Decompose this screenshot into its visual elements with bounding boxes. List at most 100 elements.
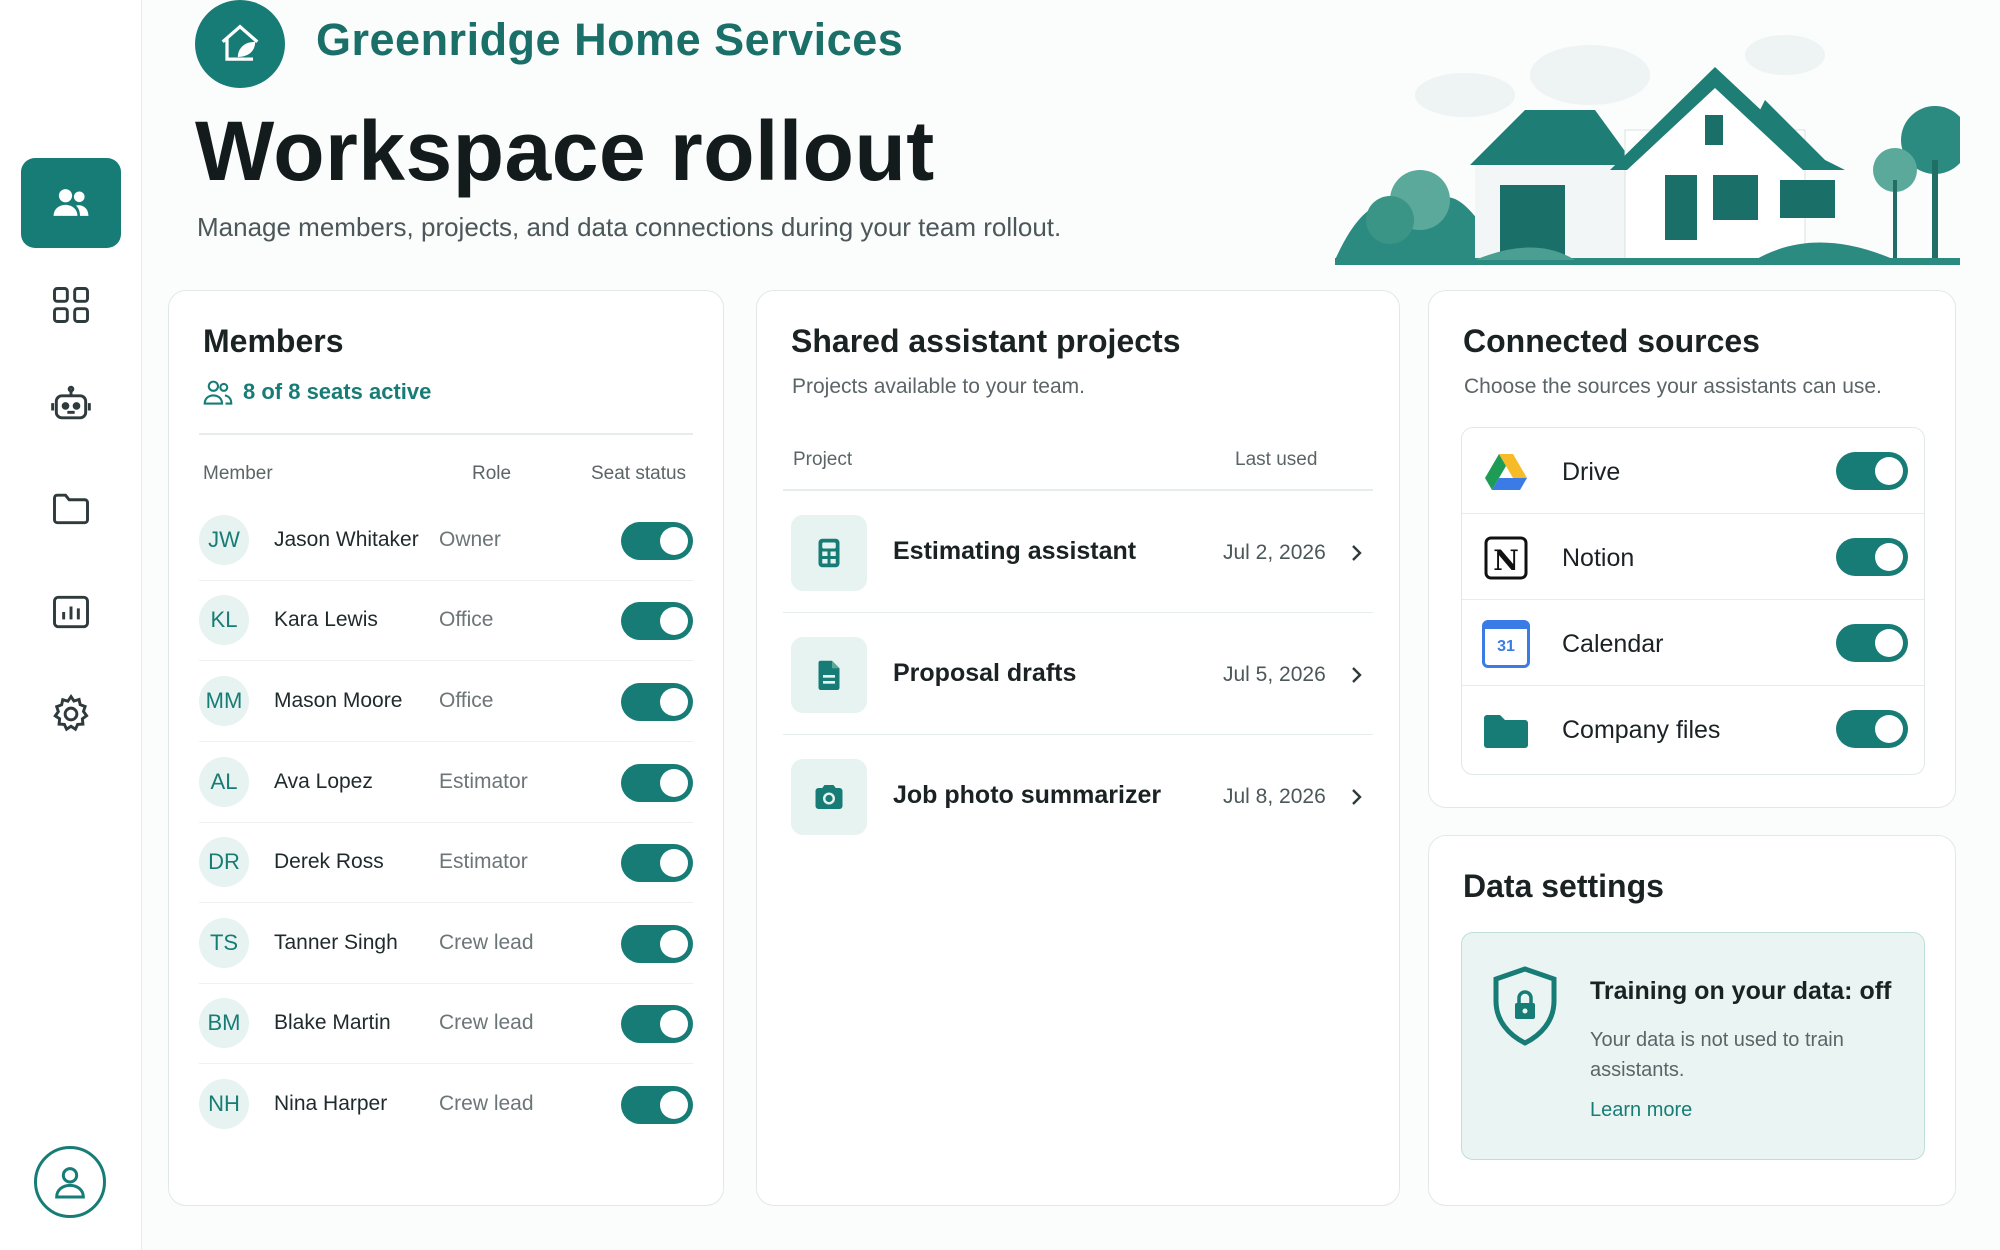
source-row: Company files [1462,686,1924,772]
avatar: BM [199,998,249,1048]
calendar-icon: 31 [1482,620,1530,668]
source-toggle[interactable] [1836,538,1908,576]
document-icon [818,660,840,690]
project-row[interactable]: Job photo summarizer Jul 8, 2026 [783,735,1373,857]
seat-toggle[interactable] [621,1086,693,1124]
member-row: BM Blake Martin Crew lead [199,984,693,1064]
nav-members[interactable] [21,158,121,248]
data-settings-card: Data settings Training on your data: off… [1428,835,1956,1206]
member-role: Crew lead [439,1011,534,1034]
sources-title: Connected sources [1463,323,1760,359]
member-role: Crew lead [439,1092,534,1115]
seats-summary: 8 of 8 seats active [203,379,431,405]
seats-text: 8 of 8 seats active [243,379,432,404]
svg-text:N: N [1493,544,1519,577]
member-name: Jason Whitaker [274,528,419,551]
user-icon [55,1167,85,1199]
notice-title: Training on your data: off [1590,977,1892,1005]
notice-body: Your data is not used to train assistant… [1590,1029,1844,1081]
seat-toggle[interactable] [621,522,693,560]
nav-dashboard[interactable] [21,260,121,350]
avatar: KL [199,595,249,645]
member-role: Office [439,608,494,631]
source-name: Company files [1562,716,1721,744]
nav-settings[interactable] [21,669,121,759]
member-row: AL Ava Lopez Estimator [199,743,693,823]
member-name: Ava Lopez [274,770,373,793]
sources-subtitle: Choose the sources your assistants can u… [1464,375,1882,398]
project-icon [791,759,867,835]
gear-icon [53,693,89,732]
data-settings-title: Data settings [1463,868,1664,904]
grid-icon [53,287,89,323]
seat-toggle[interactable] [621,1005,693,1043]
nav-analytics[interactable] [21,567,121,657]
calendar-icon-label: 31 [1497,638,1515,655]
col-seat-status: Seat status [591,463,687,484]
col-last-used: Last used [1235,449,1318,470]
seat-toggle[interactable] [621,844,693,882]
member-role: Office [439,689,494,712]
avatar: AL [199,757,249,807]
seat-toggle[interactable] [621,602,693,640]
member-name: Nina Harper [274,1092,388,1115]
notion-icon: N [1484,536,1528,580]
seat-toggle[interactable] [621,683,693,721]
nav-projects[interactable] [21,463,121,553]
source-toggle[interactable] [1836,624,1908,662]
avatar: DR [199,837,249,887]
member-row: MM Mason Moore Office [199,662,693,742]
sidebar [0,0,142,1250]
member-row: DR Derek Ross Estimator [199,823,693,903]
project-row[interactable]: Proposal drafts Jul 5, 2026 [783,613,1373,735]
project-icon [791,515,867,591]
seat-toggle[interactable] [621,925,693,963]
seat-toggle[interactable] [621,764,693,802]
member-role: Owner [439,528,501,551]
source-toggle[interactable] [1836,452,1908,490]
brand-name: Greenridge Home Services [316,14,904,65]
divider [199,433,693,435]
member-name: Blake Martin [274,1011,391,1034]
profile-button[interactable] [34,1146,106,1218]
source-name: Drive [1562,458,1621,486]
projects-card: Shared assistant projects Projects avail… [756,290,1400,1206]
project-row[interactable]: Estimating assistant Jul 2, 2026 [783,491,1373,613]
project-icon [791,637,867,713]
folder-icon [1484,715,1528,748]
sources-card: Connected sources Choose the sources you… [1428,290,1956,808]
project-name: Proposal drafts [893,659,1077,687]
page-subtitle: Manage members, projects, and data conne… [197,212,1062,242]
users-icon [53,189,89,216]
members-title: Members [203,323,344,359]
sources-list: Drive N Notion 31 Calendar Company files [1461,427,1925,775]
folder-icon [53,493,89,525]
member-row: NH Nina Harper Crew lead [199,1065,693,1145]
project-date: Jul 8, 2026 [1223,785,1326,808]
chevron-right-icon [1352,667,1362,683]
brand-logo [195,0,285,88]
member-name: Tanner Singh [274,931,398,954]
source-toggle[interactable] [1836,710,1908,748]
member-row: JW Jason Whitaker Owner [199,501,693,581]
projects-subtitle: Projects available to your team. [792,375,1085,398]
member-role: Estimator [439,850,528,873]
member-name: Derek Ross [274,850,384,873]
chevron-right-icon [1352,545,1362,561]
member-role: Crew lead [439,931,534,954]
google-drive-icon [1485,454,1527,490]
learn-more-link[interactable]: Learn more [1590,1099,1692,1122]
member-name: Kara Lewis [274,608,378,631]
source-row: N Notion [1462,514,1924,600]
chevron-right-icon [1352,789,1362,805]
project-name: Job photo summarizer [893,781,1162,809]
project-date: Jul 2, 2026 [1223,541,1326,564]
nav-assistants[interactable] [21,360,121,450]
member-name: Mason Moore [274,689,403,712]
users-outline-icon [203,380,233,405]
house-illustration [1335,35,1960,265]
project-name: Estimating assistant [893,537,1137,565]
col-role: Role [472,463,512,484]
training-notice: Training on your data: off Your data is … [1461,932,1925,1160]
members-card: Members 8 of 8 seats active Member Role … [168,290,724,1206]
